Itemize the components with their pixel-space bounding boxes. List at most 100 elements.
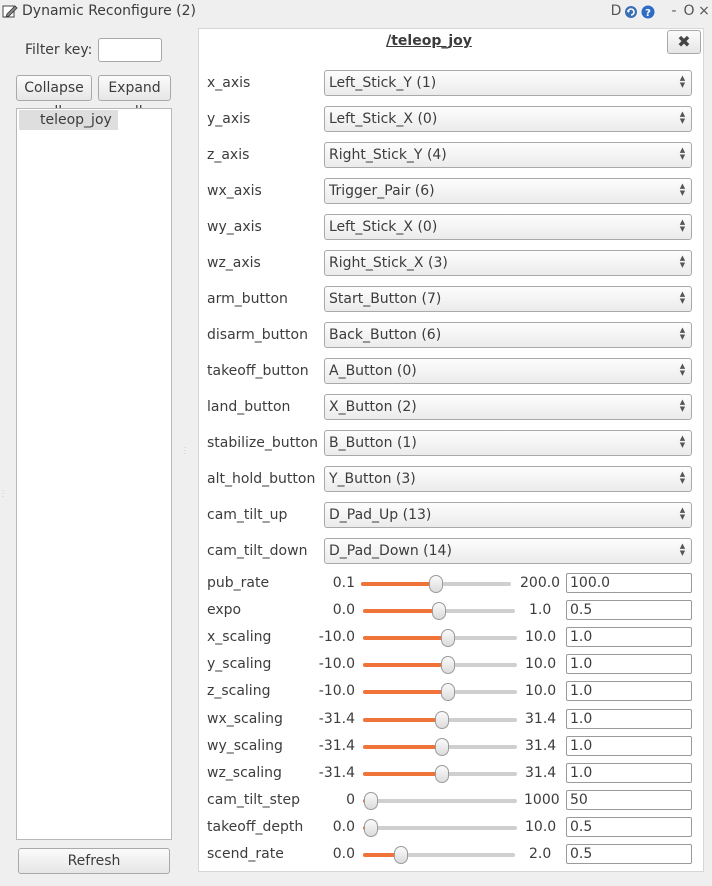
updown-arrows-icon: ▲ ▼ bbox=[679, 506, 686, 521]
collapse-all-button[interactable]: Collapse all bbox=[16, 75, 92, 120]
param-label-cam-tilt-up: cam_tilt_up bbox=[207, 507, 288, 523]
x-scaling-slider-handle[interactable] bbox=[440, 629, 455, 647]
updown-arrows-icon: ▲ ▼ bbox=[679, 362, 686, 377]
expo-min-label: 0.0 bbox=[332, 602, 355, 618]
z-scaling-slider-handle[interactable] bbox=[440, 683, 455, 701]
refresh-button[interactable]: Refresh bbox=[18, 848, 170, 874]
param-label-expo: expo bbox=[207, 602, 242, 618]
y-scaling-slider[interactable] bbox=[363, 656, 517, 674]
y-scaling-slider-handle[interactable] bbox=[440, 656, 455, 674]
pub-rate-max-label: 200.0 bbox=[520, 575, 561, 591]
wx-axis-combo[interactable]: Trigger_Pair (6) ▲ ▼ bbox=[324, 178, 692, 204]
updown-arrows-icon: ▲ ▼ bbox=[679, 110, 686, 125]
combo-value: Left_Stick_X (0) bbox=[329, 219, 438, 235]
takeoff-depth-min-label: 0.0 bbox=[332, 819, 355, 835]
param-label-pub-rate: pub_rate bbox=[207, 575, 270, 591]
help-icon[interactable]: ? bbox=[640, 2, 656, 20]
wz-scaling-slider-handle[interactable] bbox=[435, 765, 450, 783]
takeoff-depth-value-input[interactable]: 0.5 bbox=[566, 817, 692, 837]
param-label-cam-tilt-down: cam_tilt_down bbox=[207, 543, 308, 559]
pub-rate-slider-handle[interactable] bbox=[429, 575, 443, 593]
wz-scaling-slider[interactable] bbox=[363, 765, 517, 783]
expo-slider[interactable] bbox=[363, 602, 515, 620]
node-tree[interactable]: teleop_joy bbox=[16, 108, 172, 840]
expo-slider-fill bbox=[363, 609, 439, 613]
x-axis-combo[interactable]: Left_Stick_Y (1) ▲ ▼ bbox=[324, 70, 692, 96]
combo-value: B_Button (1) bbox=[329, 435, 417, 451]
z-scaling-slider-fill bbox=[363, 690, 448, 694]
combo-value: Right_Stick_X (3) bbox=[329, 255, 448, 271]
wz-scaling-min-label: -31.4 bbox=[318, 765, 355, 781]
wx-scaling-slider[interactable] bbox=[363, 711, 517, 729]
param-label-x-scaling: x_scaling bbox=[207, 629, 272, 645]
z-axis-combo[interactable]: Right_Stick_Y (4) ▲ ▼ bbox=[324, 142, 692, 168]
reload-icon[interactable] bbox=[623, 2, 639, 20]
arm-button-combo[interactable]: Start_Button (7) ▲ ▼ bbox=[324, 286, 692, 312]
wz-scaling-value-input[interactable]: 1.0 bbox=[566, 763, 692, 783]
z-scaling-slider[interactable] bbox=[363, 683, 517, 701]
param-label-wy-axis: wy_axis bbox=[207, 219, 262, 235]
updown-arrows-icon: ▲ ▼ bbox=[679, 182, 686, 197]
pub-rate-slider[interactable] bbox=[361, 575, 511, 593]
param-label-y-scaling: y_scaling bbox=[207, 656, 272, 672]
maximize-button[interactable]: O bbox=[682, 2, 696, 20]
cam-tilt-step-slider[interactable] bbox=[363, 792, 517, 810]
wz-axis-combo[interactable]: Right_Stick_X (3) ▲ ▼ bbox=[324, 250, 692, 276]
close-node-button[interactable]: ✖ bbox=[667, 30, 701, 54]
wy-scaling-slider-handle[interactable] bbox=[435, 738, 450, 756]
expo-value-input[interactable]: 0.5 bbox=[566, 600, 692, 620]
wx-scaling-slider-handle[interactable] bbox=[435, 711, 450, 729]
param-label-disarm-button: disarm_button bbox=[207, 327, 308, 343]
stabilize-button-combo[interactable]: B_Button (1) ▲ ▼ bbox=[324, 430, 692, 456]
cam-tilt-down-combo[interactable]: D_Pad_Down (14) ▲ ▼ bbox=[324, 538, 692, 564]
expo-slider-handle[interactable] bbox=[432, 602, 446, 620]
y-scaling-value-input[interactable]: 1.0 bbox=[566, 654, 692, 674]
combo-value: Left_Stick_X (0) bbox=[329, 111, 438, 127]
expand-all-button[interactable]: Expand all bbox=[98, 75, 171, 120]
takeoff-button-combo[interactable]: A_Button (0) ▲ ▼ bbox=[324, 358, 692, 384]
wy-scaling-slider-fill bbox=[363, 745, 443, 749]
wy-axis-combo[interactable]: Left_Stick_X (0) ▲ ▼ bbox=[324, 214, 692, 240]
x-scaling-value-input[interactable]: 1.0 bbox=[566, 627, 692, 647]
combo-value: A_Button (0) bbox=[329, 363, 417, 379]
scend-rate-slider-handle[interactable] bbox=[394, 846, 408, 864]
param-label-z-scaling: z_scaling bbox=[207, 683, 271, 699]
cam-tilt-step-slider-handle[interactable] bbox=[363, 792, 378, 810]
z-scaling-value-input[interactable]: 1.0 bbox=[566, 681, 692, 701]
updown-arrows-icon: ▲ ▼ bbox=[679, 398, 686, 413]
takeoff-depth-slider[interactable] bbox=[363, 819, 517, 837]
close-window-button[interactable]: × bbox=[697, 2, 711, 20]
scend-rate-slider[interactable] bbox=[363, 846, 515, 864]
disarm-button-combo[interactable]: Back_Button (6) ▲ ▼ bbox=[324, 322, 692, 348]
x-scaling-slider-fill bbox=[363, 636, 448, 640]
combo-value: X_Button (2) bbox=[329, 399, 417, 415]
left-splitter-handle[interactable]: · · · bbox=[2, 489, 6, 501]
scend-rate-value-input[interactable]: 0.5 bbox=[566, 844, 692, 864]
tree-item-teleop-joy[interactable]: teleop_joy bbox=[19, 110, 118, 130]
combo-value: Trigger_Pair (6) bbox=[329, 183, 435, 199]
x-scaling-slider[interactable] bbox=[363, 629, 517, 647]
param-label-land-button: land_button bbox=[207, 399, 291, 415]
y-scaling-slider-fill bbox=[363, 663, 448, 667]
updown-arrows-icon: ▲ ▼ bbox=[679, 434, 686, 449]
wx-scaling-value-input[interactable]: 1.0 bbox=[566, 709, 692, 729]
wx-scaling-min-label: -31.4 bbox=[318, 711, 355, 727]
wy-scaling-value-input[interactable]: 1.0 bbox=[566, 736, 692, 756]
cam-tilt-step-value-input[interactable]: 50 bbox=[566, 790, 692, 810]
window-title: Dynamic Reconfigure (2) bbox=[22, 3, 196, 19]
combo-value: Left_Stick_Y (1) bbox=[329, 75, 437, 91]
alt-hold-button-combo[interactable]: Y_Button (3) ▲ ▼ bbox=[324, 466, 692, 492]
title-bar: Dynamic Reconfigure (2) D ? - O × bbox=[0, 0, 712, 22]
wy-scaling-slider[interactable] bbox=[363, 738, 517, 756]
cam-tilt-up-combo[interactable]: D_Pad_Up (13) ▲ ▼ bbox=[324, 502, 692, 528]
pub-rate-value-input[interactable]: 100.0 bbox=[566, 573, 692, 593]
minimize-button[interactable]: - bbox=[668, 2, 680, 20]
d-icon[interactable]: D bbox=[609, 2, 623, 20]
y-axis-combo[interactable]: Left_Stick_X (0) ▲ ▼ bbox=[324, 106, 692, 132]
left-panel: Filter key: Collapse all Expand all tele… bbox=[8, 24, 182, 880]
takeoff-depth-slider-handle[interactable] bbox=[363, 819, 378, 837]
land-button-combo[interactable]: X_Button (2) ▲ ▼ bbox=[324, 394, 692, 420]
panel-splitter-handle[interactable]: · · · bbox=[184, 446, 188, 458]
updown-arrows-icon: ▲ ▼ bbox=[679, 74, 686, 89]
filter-key-input[interactable] bbox=[98, 38, 162, 62]
